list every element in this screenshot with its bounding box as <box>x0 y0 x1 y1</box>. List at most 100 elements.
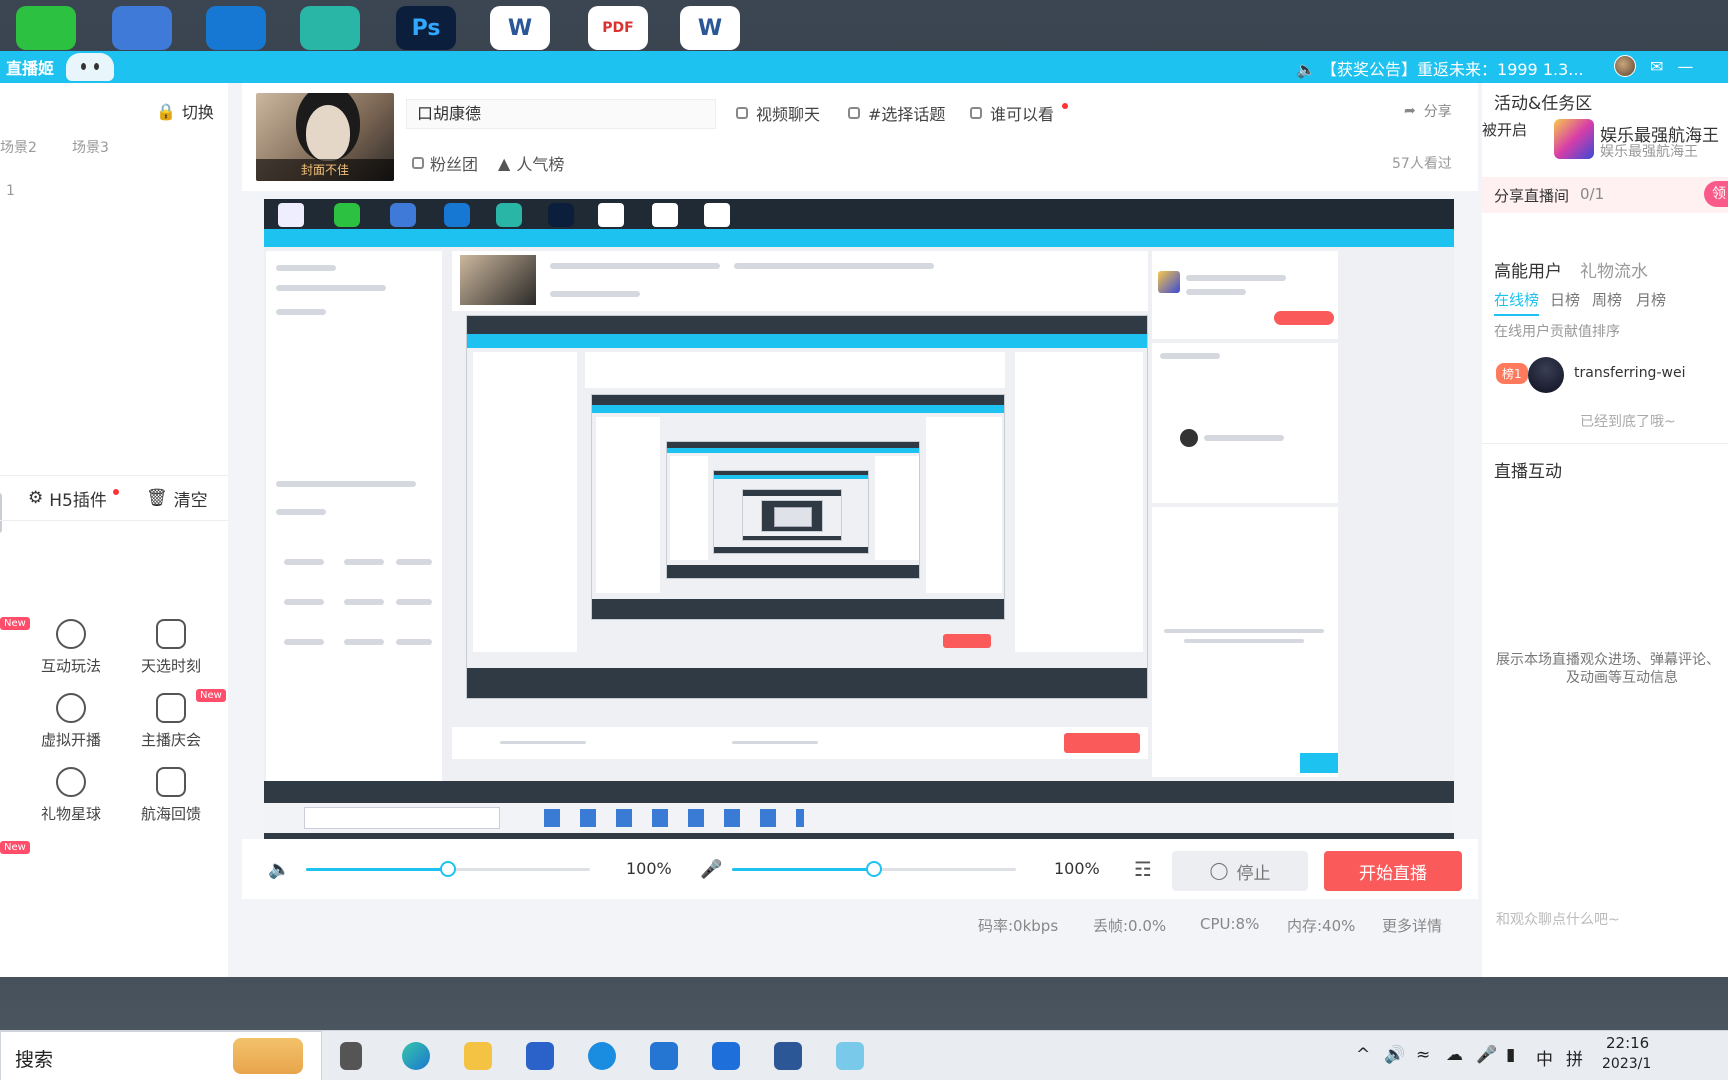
live-interaction-title: 直播互动 <box>1494 462 1562 482</box>
flame-icon: ▲ <box>498 153 511 173</box>
live-app-taskbar-icon[interactable] <box>836 1042 864 1070</box>
tab-high-energy-users[interactable]: 高能用户 <box>1494 257 1562 282</box>
new-badge-3: New <box>0 841 30 854</box>
preview-app-capture <box>264 229 1454 781</box>
video-chat-button[interactable]: 视频聊天 <box>736 101 820 125</box>
promo-subtitle: 娱乐最强航海王 <box>1600 144 1698 160</box>
ime-mode-indicator[interactable]: 拼 <box>1566 1045 1583 1070</box>
tool-lucky-draw[interactable]: 天选时刻 <box>126 619 216 676</box>
topic-button[interactable]: #选择话题 <box>848 101 945 125</box>
h5-plugin-button[interactable]: ⚙ H5插件 <box>28 486 119 511</box>
ime-indicator[interactable]: 中 <box>1536 1045 1553 1070</box>
preview-taskbar <box>264 803 1454 833</box>
room-title-input[interactable]: 口胡康德 <box>406 99 716 129</box>
store-icon[interactable] <box>526 1042 554 1070</box>
tab-gift-flow[interactable]: 礼物流水 <box>1580 257 1648 282</box>
mic-volume-slider[interactable] <box>732 861 1016 877</box>
cpu-stat: CPU:8% <box>1200 915 1260 933</box>
task-view-icon[interactable] <box>340 1042 362 1070</box>
edge-icon[interactable] <box>402 1042 430 1070</box>
red-dot <box>112 489 119 495</box>
mic-tray-icon[interactable]: 🎤 <box>1476 1045 1497 1065</box>
subtab-weekly[interactable]: 周榜 <box>1592 289 1622 310</box>
subtab-online[interactable]: 在线榜 <box>1494 289 1540 316</box>
lucky-draw-icon <box>156 619 186 649</box>
bitrate-stat: 码率:0kbps <box>978 917 1059 935</box>
cover-image[interactable]: 封面不佳 <box>256 93 394 181</box>
viewer-avatar[interactable] <box>1528 357 1564 393</box>
mail-app-icon[interactable] <box>650 1042 678 1070</box>
speaker-volume-knob[interactable] <box>440 861 456 877</box>
notes-app-icon[interactable] <box>112 6 172 50</box>
file-explorer-icon[interactable] <box>464 1042 492 1070</box>
stop-button[interactable]: ◯ 停止 <box>1172 851 1308 891</box>
speaker-volume-slider[interactable] <box>306 861 590 877</box>
tab-scene-3[interactable]: 场景3 <box>72 137 109 157</box>
source-item[interactable]: 1 <box>6 183 15 199</box>
minimize-icon[interactable]: — <box>1677 57 1693 76</box>
tool-virtual-live[interactable]: 虚拟开播 <box>26 693 116 750</box>
start-live-button[interactable]: 开始直播 <box>1324 851 1462 891</box>
eye-icon <box>970 107 982 119</box>
live-streaming-app: 直播姬 🔈 【获奖公告】重返未来：1999 1.3... ✉ — 🔒 切换 场景… <box>0 51 1728 977</box>
cover-warning: 封面不佳 <box>256 159 394 181</box>
stop-icon: ◯ <box>1209 861 1229 881</box>
photoshop-icon[interactable]: Ps <box>396 6 456 50</box>
clock-date[interactable]: 2023/1 <box>1602 1056 1651 1072</box>
wechat-icon[interactable] <box>16 6 76 50</box>
battery-icon[interactable]: ▮ <box>1506 1045 1515 1065</box>
word-doc-icon[interactable]: W <box>490 6 550 50</box>
windows-taskbar: 搜索 ^ 🔊 ≈ ☁ 🎤 ▮ 中 拼 22:16 2023/1 <box>0 1030 1728 1080</box>
chat-input[interactable]: 和观众聊点什么吧~ <box>1496 909 1620 929</box>
statue-of-liberty-icon[interactable] <box>300 6 360 50</box>
k-app-icon[interactable] <box>588 1042 616 1070</box>
rank-badge: 榜1 <box>1496 363 1528 384</box>
share-button[interactable]: ➦ 分享 <box>1404 101 1452 121</box>
pdf-icon[interactable]: PDF <box>588 6 648 50</box>
stream-preview <box>264 199 1454 839</box>
switch-button[interactable]: 🔒 切换 <box>156 99 214 123</box>
speaker-icon[interactable]: 🔈 <box>268 859 290 880</box>
tool-anchor-party[interactable]: 主播庆会 <box>126 693 216 750</box>
subtab-daily[interactable]: 日榜 <box>1550 289 1580 310</box>
announcement-ticker[interactable]: 🔈 【获奖公告】重返未来：1999 1.3... <box>1296 56 1584 80</box>
promo-left-text: 被开启 <box>1482 121 1528 139</box>
word-taskbar-icon[interactable] <box>774 1042 802 1070</box>
taskbar-search[interactable]: 搜索 <box>0 1031 322 1080</box>
fans-group-button[interactable]: 粉丝团 <box>412 151 478 175</box>
visibility-button[interactable]: 谁可以看 <box>970 101 1069 125</box>
user-avatar[interactable] <box>1614 55 1636 77</box>
share-icon: ➦ <box>1404 103 1416 119</box>
popularity-button[interactable]: ▲ 人气榜 <box>498 151 564 175</box>
speaker-volume-fill <box>306 868 448 871</box>
planet-icon <box>56 767 86 797</box>
tool-gift-planet[interactable]: 礼物星球 <box>26 767 116 824</box>
mic-volume-knob[interactable] <box>866 861 882 877</box>
l-app-icon[interactable] <box>712 1042 740 1070</box>
clock-time[interactable]: 22:16 <box>1606 1034 1649 1052</box>
mail-icon[interactable]: ✉ <box>1650 57 1663 76</box>
rank-username[interactable]: transferring-wei <box>1574 365 1685 381</box>
claim-button[interactable]: 领 <box>1704 181 1728 207</box>
promo-game-icon[interactable] <box>1554 119 1594 159</box>
cover-portrait <box>306 105 350 161</box>
tab-scene-2[interactable]: 场景2 <box>0 137 37 157</box>
tool-voyage-reward[interactable]: 航海回馈 <box>126 767 216 824</box>
subtab-monthly[interactable]: 月榜 <box>1636 289 1666 310</box>
memory-stat: 内存:40% <box>1287 917 1356 935</box>
equalizer-icon[interactable]: ☶ <box>1134 857 1152 881</box>
tool-interactive-play[interactable]: 互动玩法 <box>26 619 116 676</box>
tray-chevron-icon[interactable]: ^ <box>1356 1045 1370 1065</box>
clear-button[interactable]: 🗑 清空 <box>146 486 208 511</box>
cloud-icon[interactable]: ☁ <box>1446 1045 1463 1065</box>
wifi-icon[interactable]: ≈ <box>1416 1045 1430 1065</box>
puzzle-icon: ⚙ <box>28 488 44 508</box>
interaction-hint: 展示本场直播观众进场、弹幕评论、 <box>1496 652 1720 668</box>
microphone-icon[interactable]: 🎤 <box>700 859 722 880</box>
divider <box>1482 443 1728 444</box>
word-doc-icon-2[interactable]: W <box>680 6 740 50</box>
hash-icon <box>848 107 860 119</box>
video-player-icon[interactable] <box>206 6 266 50</box>
more-details-link[interactable]: 更多详情 <box>1382 915 1442 936</box>
volume-icon[interactable]: 🔊 <box>1384 1045 1405 1065</box>
